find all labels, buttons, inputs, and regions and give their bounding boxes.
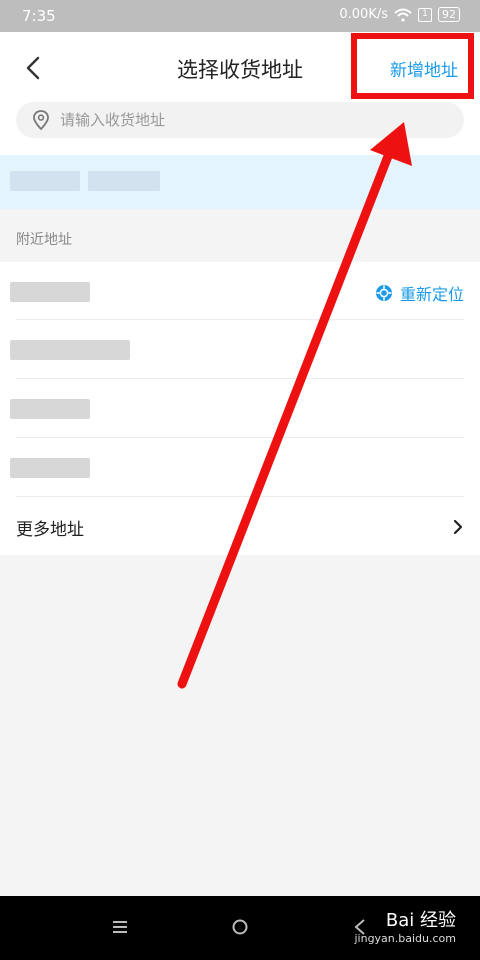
more-addresses-label: 更多地址 [16,519,84,540]
status-time: 7:35 [22,7,56,25]
watermark-brand: Bai 经验 [385,910,456,931]
menu-icon[interactable] [112,916,128,938]
nearby-section-label: 附近地址 [16,232,72,248]
more-addresses-wrap: 更多地址 [16,498,464,556]
list-item[interactable]: 重新定位 [10,262,464,320]
home-icon[interactable] [230,916,250,938]
search-input[interactable] [60,111,420,129]
baidu-jingyan-watermark: Bai 经验 jingyan.baidu.com [354,906,456,945]
chevron-right-icon [453,519,463,535]
nearby-address-list: 重新定位 更多地址 [0,262,480,555]
wifi-icon [394,8,412,22]
status-icons: 0.00K/s 1 92 [339,7,460,22]
battery-icon: 92 [438,7,460,22]
blurred-address-text [10,340,130,360]
location-pin-icon [33,110,49,130]
add-address-button[interactable]: 新增地址 [390,56,458,81]
header: 选择收货地址 新增地址 [0,32,480,155]
list-item[interactable] [10,321,464,379]
net-speed: 0.00K/s [339,7,388,22]
blurred-address-text [10,171,80,191]
blurred-address-text [10,458,90,478]
search-bar[interactable] [16,102,464,138]
relocate-button[interactable]: 重新定位 [374,281,464,305]
watermark-url: jingyan.baidu.com [354,932,456,945]
sim-icon: 1 [418,7,432,22]
locate-crosshair-icon [375,285,392,301]
status-bar: 7:35 0.00K/s 1 92 [0,0,480,32]
more-addresses-row[interactable]: 更多地址 [16,498,464,556]
current-address-item[interactable] [0,155,480,209]
relocate-label: 重新定位 [399,285,464,304]
system-nav-bar: Bai 经验 jingyan.baidu.com [0,896,480,960]
blurred-address-text [88,171,160,191]
list-item[interactable] [10,380,464,438]
page-title: 选择收货地址 [177,58,303,82]
list-item[interactable] [10,439,464,497]
blurred-address-text [10,282,90,302]
back-icon[interactable] [16,50,52,86]
blurred-address-text [10,399,90,419]
